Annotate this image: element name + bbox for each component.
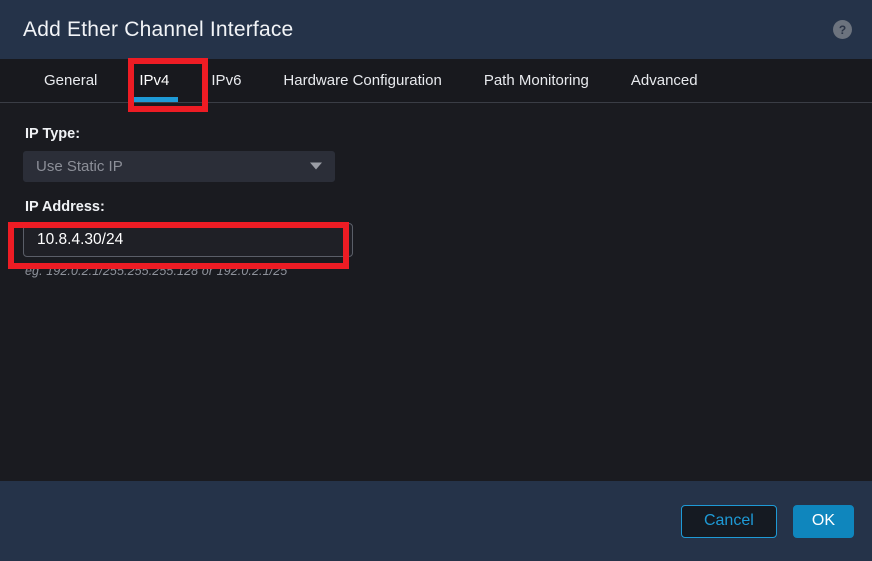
tab-label: Advanced: [630, 72, 698, 89]
tab-path-monitoring[interactable]: Path Monitoring: [463, 59, 610, 102]
ip-type-selected-value: Use Static IP: [36, 157, 123, 175]
tab-general[interactable]: General: [23, 59, 118, 102]
field-spacer: [23, 182, 872, 200]
tab-ipv4[interactable]: IPv4: [118, 59, 190, 102]
ip-address-label: IP Address:: [25, 198, 105, 215]
dialog-body: IP Type: Use Static IP IP Address: eg. 1…: [0, 103, 872, 481]
help-question-icon[interactable]: ?: [833, 20, 852, 39]
ok-button[interactable]: OK: [792, 504, 854, 538]
chevron-down-icon: [310, 162, 322, 170]
ip-type-label: IP Type:: [25, 126, 81, 142]
tab-active-underline: [130, 97, 179, 102]
dialog-title: Add Ether Channel Interface: [23, 18, 294, 41]
tab-label: Path Monitoring: [483, 72, 589, 89]
tab-advanced[interactable]: Advanced: [610, 59, 719, 102]
cancel-button[interactable]: Cancel: [680, 504, 777, 538]
tab-bar: General IPv4 IPv6 Hardware Configuration…: [0, 59, 872, 103]
tab-hardware-configuration[interactable]: Hardware Configuration: [262, 59, 462, 102]
tab-label: IPv4: [139, 72, 170, 89]
add-ether-channel-interface-dialog: Add Ether Channel Interface ? General IP…: [0, 0, 872, 561]
ip-address-hint: eg. 192.0.2.1/255.255.255.128 or 192.0.2…: [25, 264, 288, 278]
tab-label: IPv6: [211, 72, 242, 89]
tab-ipv6[interactable]: IPv6: [190, 59, 262, 102]
ip-address-input[interactable]: [23, 223, 353, 257]
ip-type-select[interactable]: Use Static IP: [23, 150, 335, 182]
dialog-header: Add Ether Channel Interface ?: [0, 0, 872, 59]
tab-label: Hardware Configuration: [283, 72, 442, 89]
tab-label: General: [44, 72, 98, 89]
dialog-footer: Cancel OK: [0, 481, 872, 561]
